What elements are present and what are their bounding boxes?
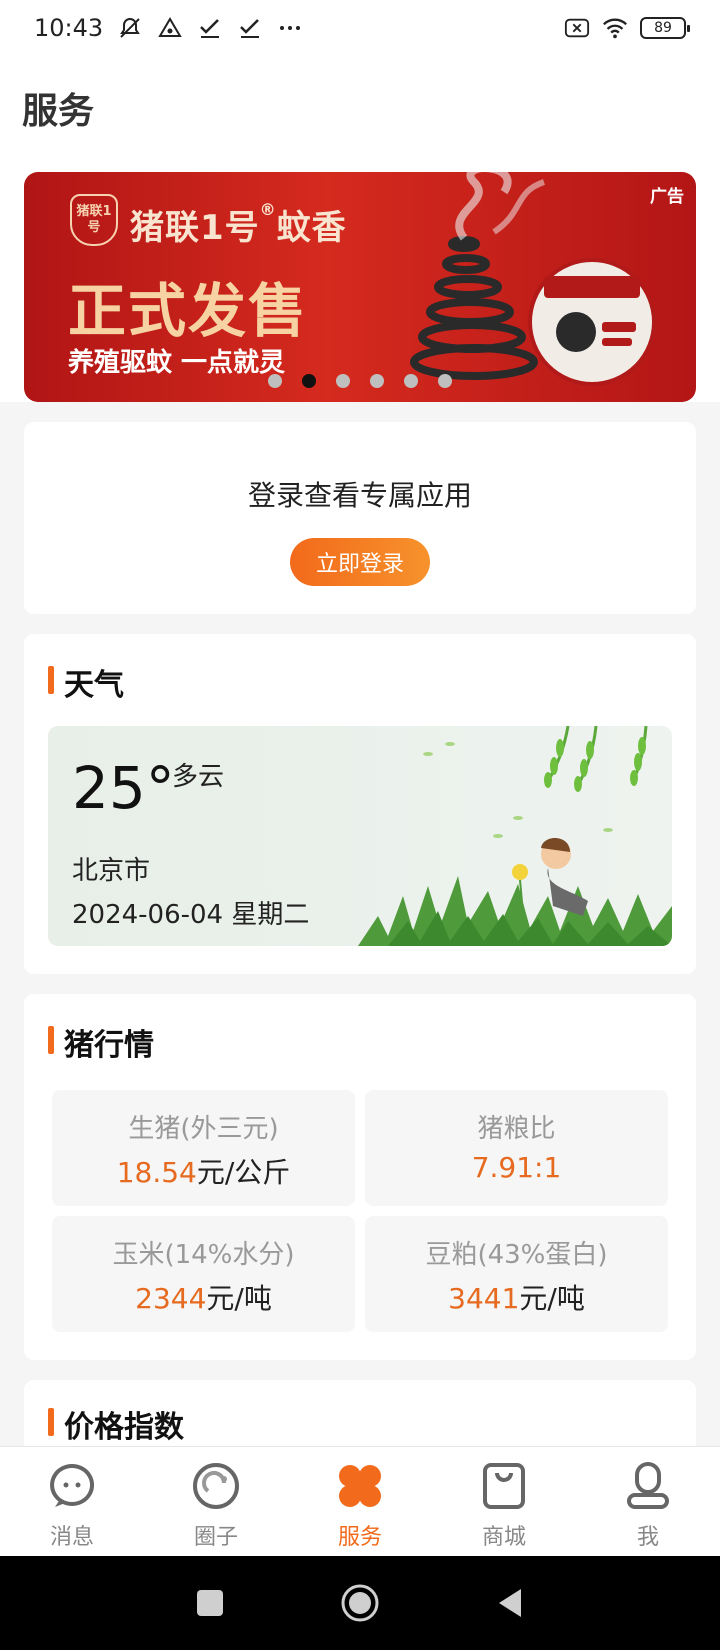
market-item-label: 玉米(14%水分) <box>112 1240 295 1270</box>
nav-item-services[interactable]: 服务 <box>288 1447 432 1556</box>
shopping-bag-icon <box>479 1461 529 1511</box>
check-icon <box>197 15 223 41</box>
market-item-value: 2344 <box>135 1282 207 1315</box>
ad-banner[interactable]: 广告 猪联1号 猪联1号®蚊香 正式发售 养殖驱蚊 一点就灵 <box>24 172 696 402</box>
brand-name: 猪联1号 <box>130 208 260 248</box>
person-icon <box>623 1461 673 1511</box>
weather-section-title: 天气 <box>48 660 124 704</box>
pig-market-section-title: 猪行情 <box>48 1020 154 1064</box>
market-item-live-pig[interactable]: 生猪(外三元) 18.54元/公斤 <box>52 1090 355 1206</box>
weather-card: 天气 25° 多云 北京市 2024-06-04 星期二 <box>24 634 696 974</box>
brand-product: 蚊香 <box>276 208 347 248</box>
recent-apps-button[interactable] <box>190 1583 230 1623</box>
market-item-value: 7.91:1 <box>471 1151 562 1184</box>
carousel-indicator <box>268 374 452 388</box>
carousel-dot-active[interactable] <box>302 374 316 388</box>
weather-panel[interactable]: 25° 多云 北京市 2024-06-04 星期二 <box>48 726 672 946</box>
weather-condition: 多云 <box>172 762 225 792</box>
more-dots-icon <box>277 15 303 41</box>
market-item-label: 猪粮比 <box>477 1114 556 1144</box>
temperature: 25° <box>72 754 175 822</box>
market-item-unit: 元/吨 <box>519 1282 585 1315</box>
market-item-soybean-meal[interactable]: 豆粕(43%蛋白) 3441元/吨 <box>365 1216 668 1332</box>
market-grid: 生猪(外三元) 18.54元/公斤 猪粮比 7.91:1 玉米(14%水分) 2… <box>52 1090 668 1332</box>
page-title: 服务 <box>22 91 95 132</box>
check-icon <box>237 15 263 41</box>
market-item-unit: 元/吨 <box>206 1282 272 1315</box>
chat-bubble-icon <box>47 1461 97 1511</box>
nav-label: 服务 <box>337 1525 382 1550</box>
market-item-value-row: 7.91:1 <box>365 1151 668 1184</box>
no-sim-icon <box>564 15 590 41</box>
pig-market-card: 猪行情 生猪(外三元) 18.54元/公斤 猪粮比 7.91:1 玉米(14%水… <box>24 994 696 1360</box>
nav-label: 圈子 <box>193 1525 238 1550</box>
market-item-label: 豆粕(43%蛋白) <box>425 1240 608 1270</box>
nav-label: 商城 <box>481 1525 526 1550</box>
weather-date: 2024-06-04 星期二 <box>72 900 310 930</box>
market-item-corn[interactable]: 玉米(14%水分) 2344元/吨 <box>52 1216 355 1332</box>
page-header: 服务 <box>0 56 720 172</box>
nav-item-me[interactable]: 我 <box>576 1447 720 1556</box>
bottom-nav: 消息 圈子 服务 商城 我 <box>0 1446 720 1556</box>
home-button[interactable] <box>340 1583 380 1623</box>
system-nav-bar <box>0 1556 720 1650</box>
market-item-value-row: 2344元/吨 <box>52 1277 355 1317</box>
market-item-value-row: 18.54元/公斤 <box>52 1151 355 1191</box>
brand-title: 猪联1号®蚊香 <box>130 200 347 249</box>
four-petal-icon <box>335 1461 385 1511</box>
carousel-dot[interactable] <box>404 374 418 388</box>
battery-indicator: 89 <box>640 17 690 39</box>
price-index-section-title: 价格指数 <box>48 1402 184 1446</box>
banner-headline: 正式发售 <box>68 277 309 345</box>
brand-logo: 猪联1号 <box>70 194 118 246</box>
nav-label: 我 <box>636 1525 659 1550</box>
ad-label: 广告 <box>650 187 684 207</box>
city-name: 北京市 <box>72 856 151 886</box>
market-item-pig-grain-ratio[interactable]: 猪粮比 7.91:1 <box>365 1090 668 1206</box>
notification-icon <box>157 15 183 41</box>
carousel-dot[interactable] <box>438 374 452 388</box>
market-item-value: 3441 <box>448 1282 520 1315</box>
banner-subline: 养殖驱蚊 一点就灵 <box>68 348 286 378</box>
mute-vibrate-icon <box>117 15 143 41</box>
market-item-label: 生猪(外三元) <box>128 1114 279 1144</box>
back-button[interactable] <box>490 1583 530 1623</box>
market-item-value: 18.54 <box>116 1156 197 1189</box>
status-time: 10:43 <box>34 14 104 42</box>
carousel-dot[interactable] <box>336 374 350 388</box>
circle-refresh-icon <box>191 1461 241 1511</box>
login-prompt: 登录查看专属应用 <box>247 479 472 512</box>
login-button[interactable]: 立即登录 <box>290 538 430 586</box>
login-card: 登录查看专属应用 立即登录 <box>24 422 696 614</box>
market-item-value-row: 3441元/吨 <box>365 1277 668 1317</box>
nav-item-shop[interactable]: 商城 <box>432 1447 576 1556</box>
nav-item-circle[interactable]: 圈子 <box>144 1447 288 1556</box>
carousel-dot[interactable] <box>370 374 384 388</box>
banner-container: 广告 猪联1号 猪联1号®蚊香 正式发售 养殖驱蚊 一点就灵 <box>0 160 720 402</box>
market-item-unit: 元/公斤 <box>196 1156 291 1189</box>
nav-item-messages[interactable]: 消息 <box>0 1447 144 1556</box>
carousel-dot[interactable] <box>268 374 282 388</box>
wifi-icon <box>602 15 628 41</box>
status-bar: 10:43 89 <box>0 0 720 56</box>
registered-icon: ® <box>259 200 277 219</box>
nav-label: 消息 <box>49 1525 94 1550</box>
